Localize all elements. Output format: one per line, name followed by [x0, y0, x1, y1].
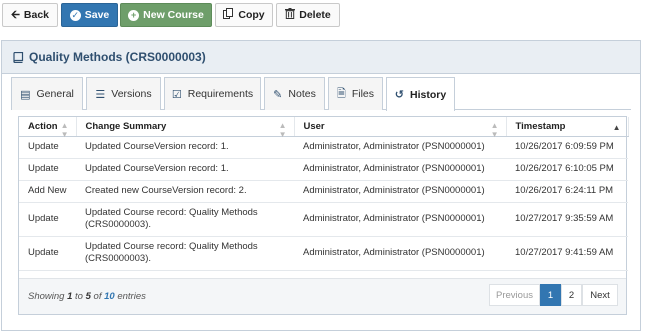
- history-icon: ↺: [394, 89, 405, 101]
- column-header-timestamp[interactable]: Timestamp ▲: [506, 117, 629, 137]
- column-label: Change Summary: [85, 120, 167, 132]
- cell-timestamp: 10/26/2017 6:10:05 PM: [506, 158, 628, 181]
- summary-line: Updated Course record: Quality Methods: [85, 207, 258, 218]
- cell-user: Administrator, Administrator (PSN0000001…: [294, 180, 506, 203]
- info-text: of: [93, 291, 102, 302]
- save-label: Save: [84, 9, 110, 21]
- back-button[interactable]: 🡨 Back: [2, 3, 58, 27]
- column-label: Timestamp: [515, 120, 566, 132]
- cell-user: Administrator, Administrator (PSN0000001…: [294, 136, 506, 159]
- next-page-button[interactable]: Next: [582, 284, 618, 306]
- summary-line: (CRS0000003).: [85, 219, 152, 230]
- cell-timestamp: 10/27/2017 9:41:59 AM: [506, 236, 628, 271]
- info-text: to: [75, 291, 83, 302]
- cell-action: Update: [19, 158, 76, 181]
- previous-page-button[interactable]: Previous: [489, 284, 540, 306]
- course-panel: Quality Methods (CRS0000003) ▤ General ☰…: [1, 40, 641, 331]
- cell-action: Update: [19, 202, 76, 237]
- table-row[interactable]: Update Updated CourseVersion record: 1. …: [19, 158, 628, 181]
- tab-files[interactable]: 🗎 Files: [328, 77, 383, 110]
- column-label: Action: [28, 120, 58, 132]
- cell-timestamp: 10/26/2017 6:09:59 PM: [506, 136, 628, 159]
- table-row[interactable]: Update Updated CourseVersion record: 1. …: [19, 136, 628, 159]
- check-square-icon: ☑: [171, 88, 182, 101]
- panel-title: Quality Methods (CRS0000003): [29, 50, 206, 64]
- table-row[interactable]: Update Updated Course record: Quality Me…: [19, 236, 628, 271]
- tab-label: Notes: [288, 88, 316, 100]
- plus-circle-icon: +: [128, 9, 140, 21]
- column-header-user[interactable]: User ▲ ▼: [294, 117, 507, 139]
- copy-button[interactable]: Copy: [215, 3, 273, 27]
- tab-history[interactable]: ↺ History: [386, 77, 455, 111]
- back-label: Back: [23, 9, 50, 21]
- cell-action: Update: [19, 136, 76, 159]
- list-alt-icon: ▤: [20, 88, 31, 101]
- sort-icon: ▲ ▼: [60, 121, 69, 139]
- cell-summary: Updated Course record: Quality Methods (C…: [76, 236, 294, 271]
- cell-user: Administrator, Administrator (PSN0000001…: [294, 236, 506, 271]
- file-icon: 🗎: [336, 87, 346, 100]
- sort-ascending-icon: ▲: [612, 123, 621, 132]
- tab-label: Requirements: [187, 88, 254, 100]
- cell-summary: Created new CourseVersion record: 2.: [76, 180, 294, 203]
- save-button[interactable]: ✓ Save: [61, 3, 118, 27]
- arrow-left-icon: 🡨: [10, 8, 20, 21]
- list-icon: ☰: [95, 88, 106, 101]
- page-2-button[interactable]: 2: [561, 284, 582, 306]
- delete-label: Delete: [299, 9, 331, 21]
- new-course-button[interactable]: + New Course: [120, 3, 212, 27]
- check-circle-icon: ✓: [69, 9, 81, 21]
- tab-general[interactable]: ▤ General: [11, 77, 83, 110]
- info-from: 1: [67, 291, 73, 302]
- history-table: Action ▲ ▼ Change Summary ▲ ▼ User ▲ ▼ Timesta…: [19, 117, 629, 271]
- sort-icon: ▲ ▼: [278, 121, 287, 139]
- tab-label: General: [36, 88, 74, 100]
- pencil-icon: ✎: [273, 88, 283, 101]
- entries-info: Showing 1 to 5 of 10 entries: [28, 291, 146, 302]
- tab-requirements[interactable]: ☑ Requirements: [164, 77, 261, 110]
- info-text: entries: [117, 291, 146, 302]
- tab-versions[interactable]: ☰ Versions: [86, 77, 161, 110]
- tab-label: History: [410, 88, 447, 101]
- copy-icon: [223, 8, 234, 22]
- cell-summary: Updated CourseVersion record: 1.: [76, 136, 294, 159]
- cell-action: Add New: [19, 180, 76, 203]
- trash-icon: [285, 8, 296, 22]
- tab-label: Files: [351, 88, 375, 100]
- column-header-action[interactable]: Action ▲ ▼: [19, 117, 77, 139]
- cell-summary: Updated Course record: Quality Methods (C…: [76, 202, 294, 237]
- info-total: 10: [104, 291, 115, 302]
- tab-bar: ▤ General ☰ Versions ☑ Requirements ✎ No…: [11, 77, 631, 111]
- sort-icon: ▲ ▼: [490, 121, 499, 139]
- copy-label: Copy: [238, 9, 265, 21]
- column-label: User: [303, 120, 325, 132]
- summary-line: (CRS0000003).: [85, 253, 152, 264]
- summary-line: Updated Course record: Quality Methods: [85, 241, 258, 252]
- table-footer: Showing 1 to 5 of 10 entries Previous 1 …: [19, 278, 626, 314]
- table-row[interactable]: Add New Created new CourseVersion record…: [19, 180, 628, 203]
- delete-button[interactable]: Delete: [276, 3, 340, 27]
- book-icon: [13, 51, 24, 63]
- column-header-change-summary[interactable]: Change Summary ▲ ▼: [76, 117, 295, 139]
- cell-timestamp: 10/26/2017 6:24:11 PM: [506, 180, 628, 203]
- page-1-button[interactable]: 1: [540, 284, 561, 306]
- table-row[interactable]: Update Updated Course record: Quality Me…: [19, 202, 628, 237]
- cell-summary: Updated CourseVersion record: 1.: [76, 158, 294, 181]
- cell-timestamp: 10/27/2017 9:35:59 AM: [506, 202, 628, 237]
- tab-label: Versions: [111, 88, 152, 100]
- new-course-label: New Course: [143, 9, 204, 21]
- info-text: Showing: [28, 291, 65, 302]
- tab-notes[interactable]: ✎ Notes: [264, 77, 325, 110]
- panel-header: Quality Methods (CRS0000003): [2, 41, 640, 74]
- cell-user: Administrator, Administrator (PSN0000001…: [294, 202, 506, 237]
- info-to: 5: [85, 291, 91, 302]
- cell-user: Administrator, Administrator (PSN0000001…: [294, 158, 506, 181]
- history-grid: Action ▲ ▼ Change Summary ▲ ▼ User ▲ ▼ Timesta…: [18, 116, 629, 315]
- cell-action: Update: [19, 236, 76, 271]
